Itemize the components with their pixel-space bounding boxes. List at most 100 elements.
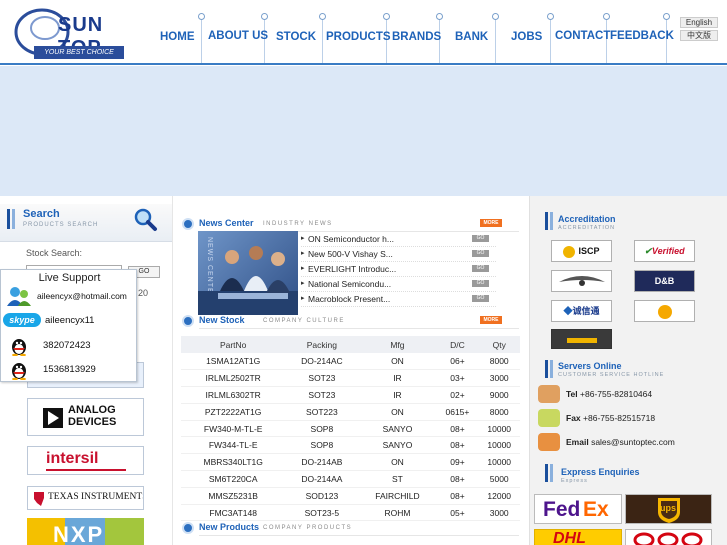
- live-row-skype[interactable]: skype aileencyx11: [3, 310, 136, 332]
- badge-member[interactable]: [634, 300, 695, 322]
- table-cell: SANYO: [358, 420, 437, 438]
- stock-table: PartNo Packing Mfg D/C Qty 1SMA12AT1G DO-…: [181, 336, 520, 522]
- brand-analog-devices[interactable]: ANALOG DEVICES: [27, 398, 144, 436]
- contact-tel: Tel +86-755-82810464: [530, 384, 727, 406]
- live-row-qq-2[interactable]: 1536813929: [3, 359, 136, 381]
- new-products-header: New Products COMPANY PRODUCTS: [173, 520, 529, 536]
- lang-chinese[interactable]: 中文版: [680, 30, 718, 41]
- table-cell: SOD123: [285, 487, 359, 505]
- table-row[interactable]: FMC3AT148 SOT23-5 ROHM 05+ 3000: [181, 504, 520, 522]
- new-stock-subtitle: COMPANY CULTURE: [263, 318, 345, 324]
- accreditation-subtitle: ACCREDITATION: [558, 225, 616, 231]
- table-cell: 8000: [478, 403, 520, 421]
- table-cell: IRLML2502TR: [181, 369, 286, 388]
- table-row[interactable]: IRLML2502TR SOT23 IR 03+ 3000: [181, 369, 520, 388]
- analog-devices-line2: DEVICES: [68, 416, 117, 428]
- badge-verified-label: Verified: [651, 246, 685, 256]
- express-dhl[interactable]: DHL: [534, 529, 622, 545]
- right-column: Accreditation ACCREDITATION ISCP ✔Verifi…: [529, 196, 727, 545]
- brand-intersil[interactable]: intersil: [27, 446, 144, 475]
- table-cell: SOP8: [285, 420, 359, 438]
- news-go-button[interactable]: GO: [472, 265, 489, 272]
- brand-nxp[interactable]: NXP: [27, 518, 144, 545]
- news-item[interactable]: ▸ National Semicondu... GO: [301, 277, 496, 292]
- nav-contact[interactable]: CONTACT: [555, 30, 610, 42]
- nxp-text: NXP: [53, 522, 105, 545]
- qq-penguin-icon: [12, 363, 26, 380]
- badge-iscp[interactable]: ISCP: [551, 240, 612, 262]
- news-item[interactable]: ▸ ON Semiconductor h... GO: [301, 232, 496, 247]
- table-cell: SM6T220CA: [181, 470, 286, 488]
- nav-stock[interactable]: STOCK: [276, 31, 316, 43]
- express-ups[interactable]: ups: [625, 494, 712, 524]
- express-other[interactable]: [625, 529, 712, 545]
- table-cell: 05+: [436, 504, 479, 522]
- table-cell: ON: [358, 453, 437, 472]
- table-cell: 8000: [478, 353, 520, 371]
- msn-buddy-icon: [7, 287, 31, 306]
- nav-separator: [319, 13, 326, 63]
- nav-jobs[interactable]: JOBS: [511, 31, 542, 43]
- new-stock-header: New Stock COMPANY CULTURE MORE: [173, 313, 529, 329]
- table-row[interactable]: FW340-M-TL-E SOP8 SANYO 08+ 10000: [181, 420, 520, 438]
- table-row[interactable]: MBRS340LT1G DO-214AB ON 09+ 10000: [181, 453, 520, 472]
- accreditation-title: Accreditation: [558, 214, 616, 224]
- live-row-hotmail[interactable]: aileencyx@hotmail.com: [3, 285, 136, 307]
- email-address[interactable]: sales@suntoptec.com: [591, 437, 675, 447]
- express-subtitle: Express: [561, 478, 588, 484]
- news-item-title: New 500-V Vishay S...: [308, 249, 393, 259]
- table-row[interactable]: SM6T220CA DO-214AA ST 08+ 5000: [181, 470, 520, 488]
- table-cell: 06+: [436, 353, 479, 371]
- servers-online-header: Servers Online CUSTOMER SERVICE HOTLINE: [530, 356, 727, 384]
- table-row[interactable]: PZT2222AT1G SOT223 ON 0615+ 8000: [181, 403, 520, 421]
- table-row[interactable]: IRLML6302TR SOT23 IR 02+ 9000: [181, 386, 520, 404]
- badge-dnb[interactable]: D&B: [634, 270, 695, 292]
- analog-devices-icon: [43, 408, 63, 428]
- table-cell: SOT23-5: [285, 504, 359, 522]
- stock-table-header: PartNo Packing Mfg D/C Qty: [181, 336, 520, 353]
- news-more-button[interactable]: MORE: [480, 219, 502, 227]
- badge-chengxintong[interactable]: ◆诚信通: [551, 300, 612, 322]
- live-support-panel: Live Support aileencyx@hotmail.com skype…: [0, 269, 137, 382]
- column-header: D/C: [436, 336, 479, 353]
- column-header: PartNo: [181, 336, 286, 353]
- nav-brands[interactable]: BRANDS: [392, 31, 441, 43]
- skype-logo-icon: skype: [3, 313, 41, 327]
- table-cell: 08+: [436, 436, 479, 455]
- nav-bank[interactable]: BANK: [455, 31, 488, 43]
- bullet-icon: [182, 218, 194, 230]
- news-go-button[interactable]: GO: [472, 235, 489, 242]
- intersil-text: intersil: [46, 450, 99, 467]
- news-go-button[interactable]: GO: [472, 250, 489, 257]
- table-cell: ST: [358, 470, 437, 488]
- table-cell: 02+: [436, 386, 479, 404]
- table-cell: 08+: [436, 420, 479, 438]
- badge-verified[interactable]: ✔Verified: [634, 240, 695, 262]
- news-go-button[interactable]: GO: [472, 295, 489, 302]
- news-item[interactable]: ▸ EVERLIGHT Introduc... GO: [301, 262, 496, 277]
- table-row[interactable]: FW344-TL-E SOP8 SANYO 08+ 10000: [181, 436, 520, 455]
- nav-products[interactable]: PRODUCTS: [326, 31, 391, 43]
- badge-prestige[interactable]: [551, 270, 612, 292]
- lang-english[interactable]: English: [680, 17, 718, 28]
- nav-feedback[interactable]: FEEDBACK: [610, 30, 674, 42]
- table-cell: 10000: [478, 420, 520, 438]
- live-support-title: Live Support: [38, 272, 101, 284]
- table-cell: IR: [358, 386, 437, 404]
- badge-trust[interactable]: [551, 329, 612, 349]
- express-fedex[interactable]: Fed Ex: [534, 494, 622, 524]
- nav-home[interactable]: HOME: [160, 31, 195, 43]
- nxp-green: [105, 518, 144, 545]
- news-go-button[interactable]: GO: [472, 280, 489, 287]
- fax-text: Fax +86-755-82515718: [566, 413, 655, 423]
- news-item[interactable]: ▸ New 500-V Vishay S... GO: [301, 247, 496, 262]
- table-row[interactable]: 1SMA12AT1G DO-214AC ON 06+ 8000: [181, 353, 520, 371]
- news-item[interactable]: ▸ Macroblock Present... GO: [301, 292, 496, 307]
- logo[interactable]: SUN TOP YOUR BEST CHOICE: [12, 6, 134, 62]
- ti-text: TEXAS INSTRUMENTS: [48, 492, 144, 502]
- stock-more-button[interactable]: MORE: [480, 316, 502, 324]
- brand-texas-instruments[interactable]: TEXAS INSTRUMENTS: [27, 486, 144, 510]
- nav-about-us[interactable]: ABOUT US: [208, 30, 268, 42]
- live-row-qq-1[interactable]: 382072423: [3, 335, 136, 357]
- table-row[interactable]: MMSZ5231B SOD123 FAIRCHILD 08+ 12000: [181, 487, 520, 505]
